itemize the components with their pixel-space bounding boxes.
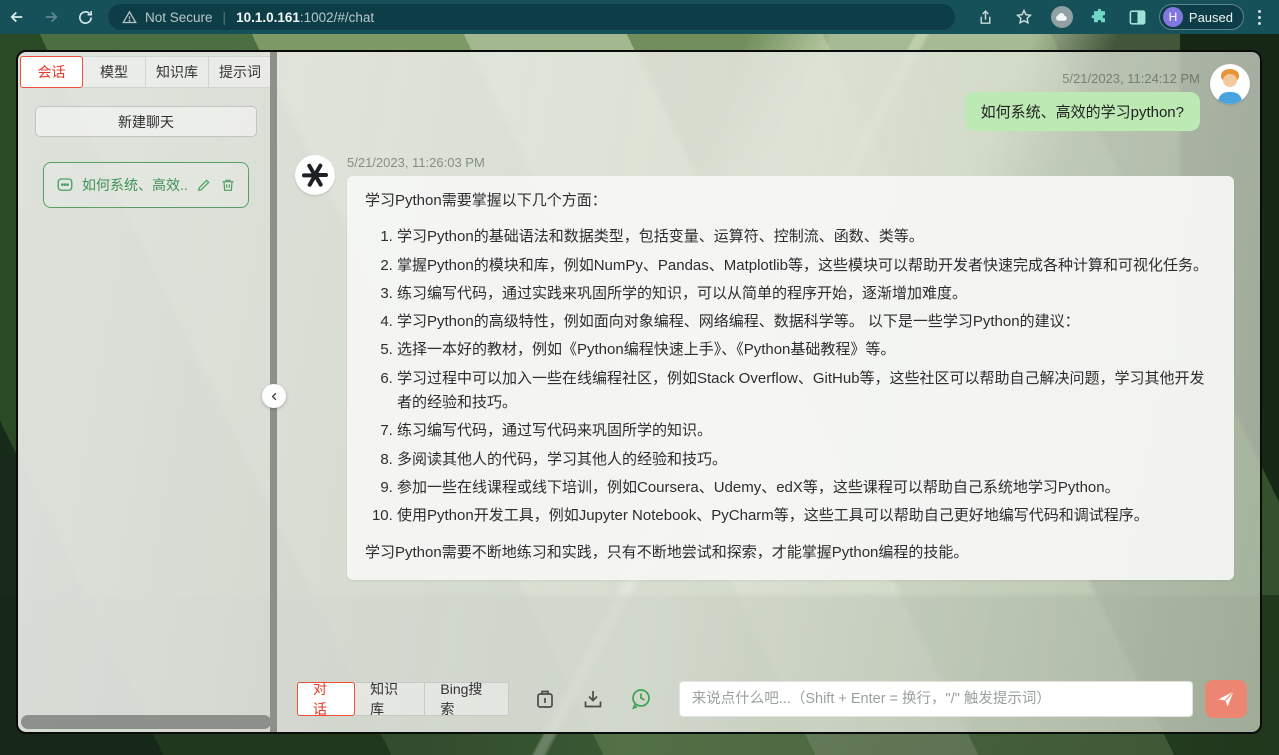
openai-logo-icon <box>295 155 335 195</box>
chat-bubble-icon <box>56 176 74 194</box>
chevron-left-icon <box>269 391 280 402</box>
browser-toolbar: Not Secure | 10.1.0.161 :1002/#/chat H P… <box>0 0 1279 34</box>
side-panel-icon <box>1128 8 1147 27</box>
share-icon <box>977 9 994 26</box>
assistant-list-item: 多阅读其他人的代码，学习其他人的经验和技巧。 <box>397 448 1216 472</box>
assistant-avatar <box>295 155 335 195</box>
delete-icon[interactable] <box>220 177 236 193</box>
url-path: :1002/#/chat <box>300 10 374 25</box>
address-bar[interactable]: Not Secure | 10.1.0.161 :1002/#/chat <box>108 4 955 30</box>
profile-avatar: H <box>1163 7 1183 27</box>
edit-icon[interactable] <box>196 177 212 193</box>
chat-item-title: 如何系统、高效... <box>82 175 188 195</box>
cloud-extension-icon <box>1051 6 1073 28</box>
chat-main-area: 5/21/2023, 11:24:12 PM 如何系统、高效的学习python? <box>277 52 1264 732</box>
star-icon <box>1015 8 1033 26</box>
user-avatar <box>1210 64 1250 104</box>
assistant-message-bubble: 学习Python需要掌握以下几个方面： 学习Python的基础语法和数据类型，包… <box>347 176 1234 580</box>
assistant-outro: 学习Python需要不断地练习和实践，只有不断地尝试和探索，才能掌握Python… <box>365 541 1216 565</box>
assistant-list-item: 使用Python开发工具，例如Jupyter Notebook、PyCharm等… <box>397 504 1216 528</box>
assistant-list-item: 学习过程中可以加入一些在线编程社区，例如Stack Overflow、GitHu… <box>397 367 1216 416</box>
security-label: Not Secure <box>145 10 213 25</box>
extensions-button[interactable] <box>1083 3 1117 31</box>
download-icon <box>581 687 605 711</box>
assistant-list-item: 练习编写代码，通过写代码来巩固所学的知识。 <box>397 419 1216 443</box>
assistant-list-item: 学习Python的高级特性，例如面向对象编程、网络编程、数据科学等。 以下是一些… <box>397 310 1216 334</box>
composer: 对话 知识库 Bing搜索 <box>297 680 1247 718</box>
user-message-timestamp: 5/21/2023, 11:24:12 PM <box>1062 71 1200 86</box>
forward-button[interactable] <box>34 3 68 31</box>
trash-icon <box>533 687 557 711</box>
collapse-sidebar-button[interactable] <box>262 384 286 408</box>
chat-history-clock-icon <box>629 687 653 711</box>
sidebar: 会话 模型 知识库 提示词 新建聊天 如何系统、高效... <box>18 52 270 732</box>
tab-knowledge-base[interactable]: 知识库 <box>146 56 209 88</box>
back-arrow-icon <box>8 8 26 26</box>
export-chat-button[interactable] <box>581 687 605 711</box>
assistant-list-item: 掌握Python的模块和库，例如NumPy、Pandas、Matplotlib等… <box>397 254 1216 278</box>
bookmark-button[interactable] <box>1007 3 1041 31</box>
back-button[interactable] <box>0 3 34 31</box>
sidebar-horizontal-scrollbar[interactable] <box>21 715 271 729</box>
profile-button[interactable]: H Paused <box>1159 4 1244 30</box>
mode-tab-dialog[interactable]: 对话 <box>297 682 355 716</box>
tab-models[interactable]: 模型 <box>83 56 146 88</box>
mode-tab-bing-search[interactable]: Bing搜索 <box>425 682 508 716</box>
clear-chat-button[interactable] <box>533 687 557 711</box>
browser-menu-button[interactable] <box>1248 10 1271 25</box>
assistant-intro: 学习Python需要掌握以下几个方面： <box>365 189 1216 213</box>
user-message-bubble: 如何系统、高效的学习python? <box>965 92 1200 131</box>
assistant-list: 学习Python的基础语法和数据类型，包括变量、运算符、控制流、函数、类等。掌握… <box>365 225 1216 528</box>
share-button[interactable] <box>969 3 1003 31</box>
assistant-message-row: 5/21/2023, 11:26:03 PM 学习Python需要掌握以下几个方… <box>295 155 1234 580</box>
assistant-list-item: 参加一些在线课程或线下培训，例如Coursera、Udemy、edX等，这些课程… <box>397 476 1216 500</box>
not-secure-warning-icon <box>122 10 137 25</box>
side-panel-button[interactable] <box>1121 3 1155 31</box>
assistant-message-timestamp: 5/21/2023, 11:26:03 PM <box>347 155 1234 170</box>
user-message-row: 5/21/2023, 11:24:12 PM 如何系统、高效的学习python? <box>965 64 1250 131</box>
chat-list-item[interactable]: 如何系统、高效... <box>43 162 249 208</box>
send-plane-icon <box>1216 689 1236 709</box>
composer-mode-tabs: 对话 知识库 Bing搜索 <box>297 682 509 716</box>
message-input[interactable] <box>679 681 1193 717</box>
assistant-list-item: 练习编写代码，通过实践来巩固所学的知识，可以从简单的程序开始，逐渐增加难度。 <box>397 282 1216 306</box>
send-button[interactable] <box>1205 680 1247 718</box>
avatar-face <box>1223 74 1237 87</box>
reload-icon <box>77 9 94 26</box>
new-chat-button[interactable]: 新建聊天 <box>35 106 257 137</box>
history-button[interactable] <box>629 687 653 711</box>
address-divider: | <box>223 10 227 25</box>
url-host: 10.1.0.161 <box>236 10 300 25</box>
profile-status: Paused <box>1189 10 1233 25</box>
avatar-body <box>1218 92 1242 104</box>
puzzle-icon <box>1090 8 1109 27</box>
reload-button[interactable] <box>68 3 102 31</box>
forward-arrow-icon <box>42 8 60 26</box>
tab-conversations[interactable]: 会话 <box>20 56 83 88</box>
assistant-list-item: 学习Python的基础语法和数据类型，包括变量、运算符、控制流、函数、类等。 <box>397 225 1216 249</box>
assistant-list-item: 选择一本好的教材，例如《Python编程快速上手》、《Python基础教程》等。 <box>397 338 1216 362</box>
chat-app-panel: 会话 模型 知识库 提示词 新建聊天 如何系统、高效... 5/21/2023,… <box>16 50 1262 734</box>
extension-cloud-button[interactable] <box>1045 3 1079 31</box>
tab-prompts[interactable]: 提示词 <box>209 56 272 88</box>
mode-tab-knowledge-base[interactable]: 知识库 <box>355 682 425 716</box>
sidebar-tabs: 会话 模型 知识库 提示词 <box>20 56 272 88</box>
browser-actions: H Paused <box>969 3 1279 31</box>
